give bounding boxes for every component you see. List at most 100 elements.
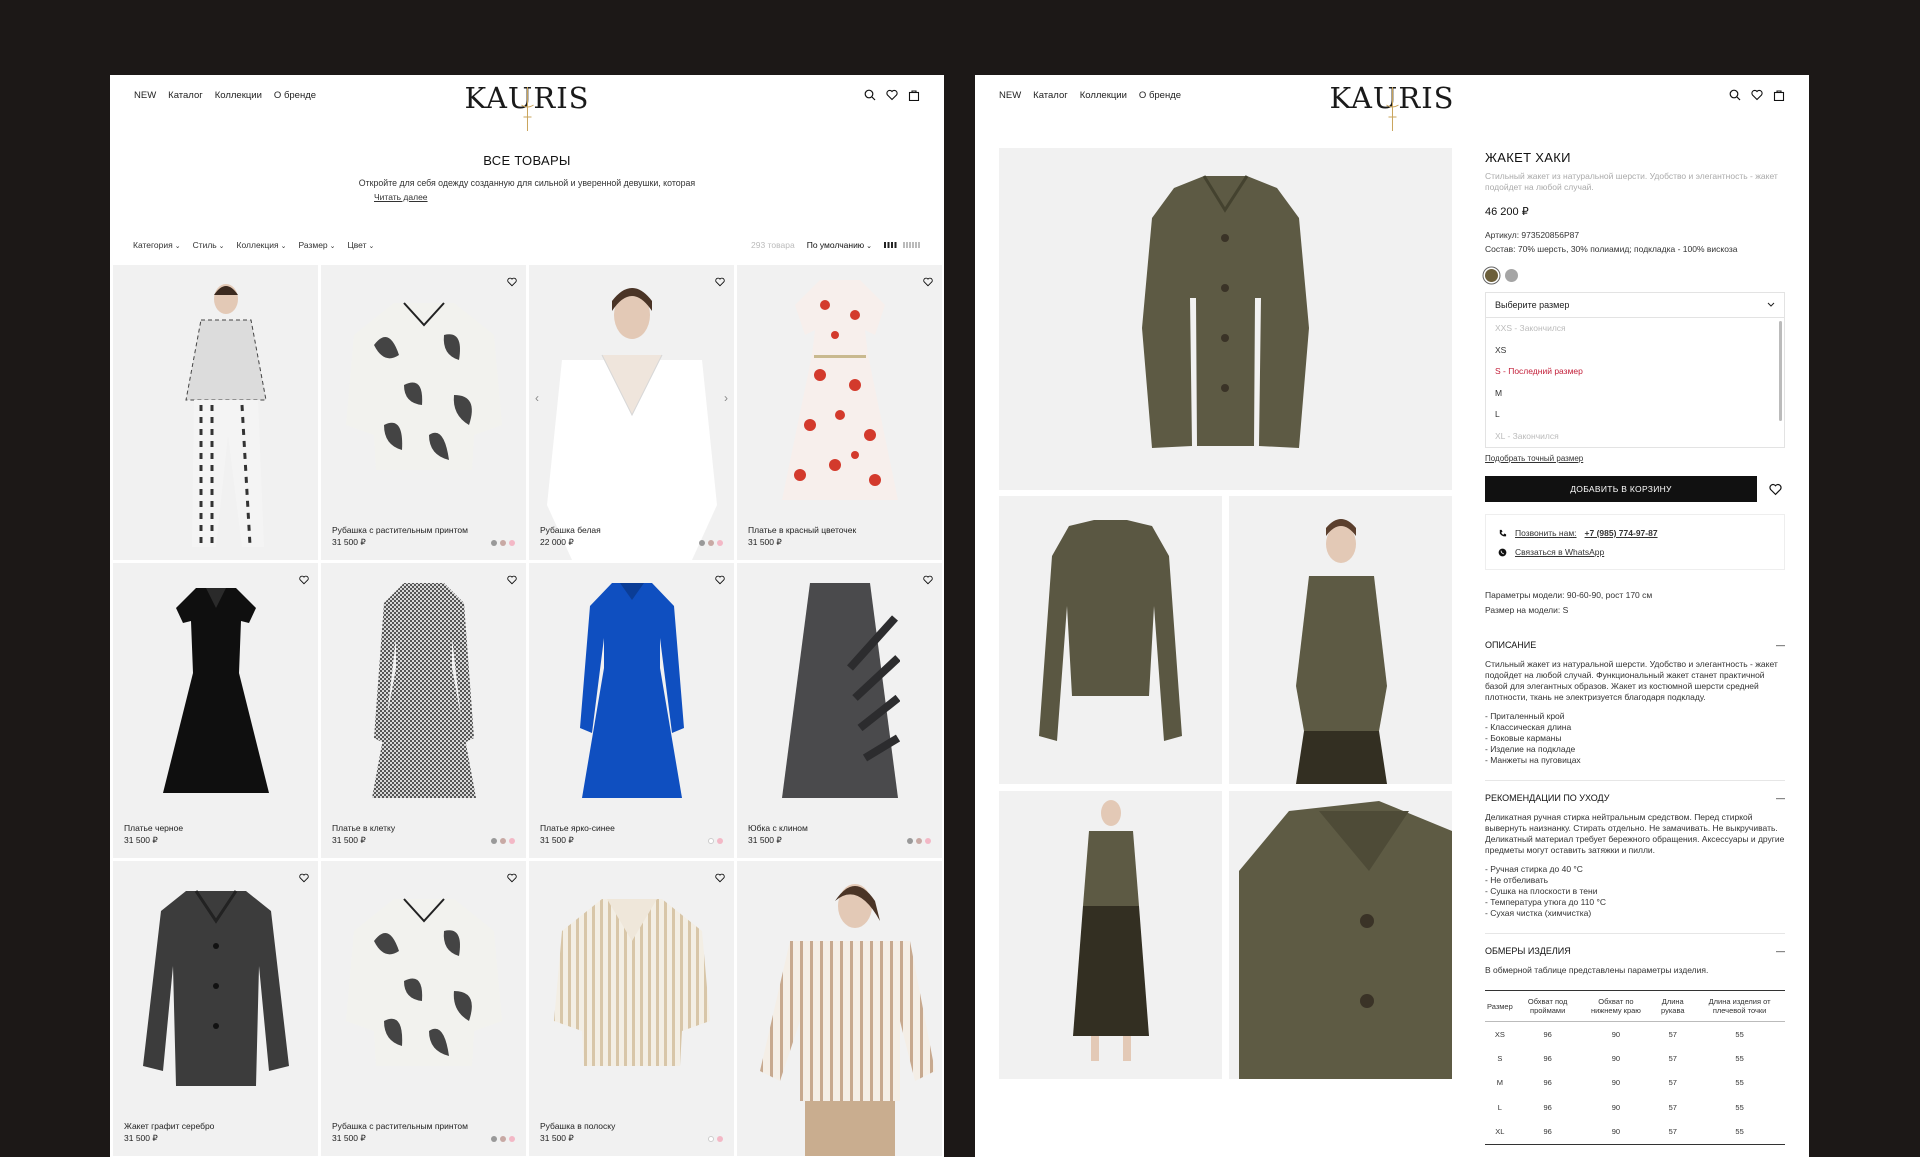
product-name[interactable]: Платье черное — [124, 823, 183, 833]
search-icon[interactable] — [1729, 89, 1741, 101]
wishlist-heart-icon[interactable] — [923, 274, 933, 287]
product-image[interactable] — [113, 265, 318, 560]
sort-dropdown[interactable]: По умолчанию — [807, 240, 872, 250]
product-image[interactable] — [321, 265, 526, 560]
color-swatch[interactable] — [509, 838, 515, 844]
color-swatch[interactable] — [717, 540, 723, 546]
product-image[interactable] — [529, 265, 734, 560]
product-card[interactable] — [113, 265, 318, 560]
heart-icon[interactable] — [1769, 483, 1782, 496]
size-option[interactable]: XXS - Закончился — [1486, 318, 1784, 340]
product-name[interactable]: Рубашка с растительным принтом — [332, 1121, 468, 1131]
color-swatch[interactable] — [491, 540, 497, 546]
color-swatch[interactable] — [500, 838, 506, 844]
nav-collections[interactable]: Коллекции — [1080, 90, 1127, 101]
color-swatch[interactable] — [708, 540, 714, 546]
product-image[interactable] — [113, 563, 318, 858]
product-name[interactable]: Рубашка с растительным принтом — [332, 525, 468, 535]
size-option[interactable]: L — [1486, 404, 1784, 426]
wishlist-heart-icon[interactable] — [507, 274, 517, 287]
read-more-link[interactable]: Читать далее — [374, 192, 428, 202]
product-photo-full[interactable] — [999, 791, 1222, 1079]
bag-icon[interactable] — [1773, 89, 1785, 101]
grid-6-icon[interactable] — [903, 242, 921, 248]
size-guide-link[interactable]: Подобрать точный размер — [1485, 454, 1785, 463]
product-card[interactable] — [737, 861, 942, 1156]
nav-about[interactable]: О бренде — [1139, 90, 1181, 101]
product-card[interactable]: Рубашка с растительным принтом 31 500 ₽ — [321, 265, 526, 560]
product-card[interactable]: Юбка с клином 31 500 ₽ — [737, 563, 942, 858]
wishlist-heart-icon[interactable] — [299, 572, 309, 585]
product-image[interactable] — [113, 861, 318, 1156]
product-name[interactable]: Платье ярко-синее — [540, 823, 615, 833]
filter-category[interactable]: Категория — [133, 240, 181, 250]
product-photo-detail[interactable] — [1229, 791, 1452, 1079]
nav-catalog[interactable]: Каталог — [1033, 90, 1068, 101]
product-image[interactable] — [737, 861, 942, 1156]
product-photo-model[interactable] — [1229, 496, 1452, 784]
size-option[interactable]: XL - Закончился — [1486, 426, 1784, 448]
color-swatch[interactable] — [509, 1136, 515, 1142]
search-icon[interactable] — [864, 89, 876, 101]
filter-style[interactable]: Стиль — [193, 240, 225, 250]
nav-collections[interactable]: Коллекции — [215, 90, 262, 101]
product-name[interactable]: Платье в клетку — [332, 823, 395, 833]
product-image[interactable] — [529, 563, 734, 858]
heart-icon[interactable] — [1751, 89, 1763, 101]
product-image[interactable] — [737, 265, 942, 560]
nav-catalog[interactable]: Каталог — [168, 90, 203, 101]
color-swatch[interactable] — [500, 540, 506, 546]
color-swatch[interactable] — [491, 838, 497, 844]
color-swatch[interactable] — [491, 1136, 497, 1142]
product-card[interactable]: Жакет графит серебро 31 500 ₽ — [113, 861, 318, 1156]
color-swatch[interactable] — [708, 838, 714, 844]
product-name[interactable]: Платье в красный цветочек — [748, 525, 856, 535]
heart-icon[interactable] — [886, 89, 898, 101]
filter-size[interactable]: Размер — [298, 240, 335, 250]
color-swatch[interactable] — [717, 1136, 723, 1142]
product-card[interactable]: Рубашка белая 22 000 ₽ ‹ › — [529, 265, 734, 560]
color-swatch[interactable] — [717, 838, 723, 844]
wishlist-heart-icon[interactable] — [715, 572, 725, 585]
color-swatch[interactable] — [925, 838, 931, 844]
call-link[interactable]: Позвонить нам: +7 (985) 774-97-87 — [1498, 528, 1772, 538]
size-option[interactable]: S - Последний размер — [1486, 361, 1784, 383]
product-photo-main[interactable] — [999, 148, 1452, 490]
product-image[interactable] — [737, 563, 942, 858]
brand-logo[interactable]: KAURIS — [464, 81, 589, 131]
product-name[interactable]: Рубашка в полоску — [540, 1121, 615, 1131]
color-swatch[interactable] — [699, 540, 705, 546]
color-swatch[interactable] — [916, 838, 922, 844]
product-card[interactable]: Платье ярко-синее 31 500 ₽ — [529, 563, 734, 858]
product-name[interactable]: Юбка с клином — [748, 823, 808, 833]
nav-about[interactable]: О бренде — [274, 90, 316, 101]
care-header[interactable]: РЕКОМЕНДАЦИИ ПО УХОДУ — — [1485, 793, 1785, 803]
product-image[interactable] — [529, 861, 734, 1156]
scrollbar[interactable] — [1779, 321, 1782, 421]
product-card[interactable]: Рубашка с растительным принтом 31 500 ₽ — [321, 861, 526, 1156]
wishlist-heart-icon[interactable] — [715, 870, 725, 883]
color-swatch-grey[interactable] — [1505, 269, 1518, 282]
prev-arrow-icon[interactable]: ‹ — [535, 391, 539, 405]
wishlist-heart-icon[interactable] — [923, 572, 933, 585]
nav-new[interactable]: NEW — [999, 90, 1021, 101]
bag-icon[interactable] — [908, 89, 920, 101]
size-option[interactable]: XS — [1486, 340, 1784, 362]
color-swatch[interactable] — [907, 838, 913, 844]
measurements-header[interactable]: ОБМЕРЫ ИЗДЕЛИЯ — — [1485, 946, 1785, 956]
brand-logo[interactable]: KAURIS — [1329, 81, 1454, 131]
product-card[interactable]: Платье в красный цветочек 31 500 ₽ — [737, 265, 942, 560]
filter-collection[interactable]: Коллекция — [237, 240, 287, 250]
grid-4-icon[interactable] — [884, 242, 898, 248]
whatsapp-link[interactable]: Связаться в WhatsApp — [1498, 547, 1772, 557]
product-image[interactable] — [321, 861, 526, 1156]
wishlist-heart-icon[interactable] — [299, 870, 309, 883]
nav-new[interactable]: NEW — [134, 90, 156, 101]
color-swatch[interactable] — [509, 540, 515, 546]
wishlist-heart-icon[interactable] — [715, 274, 725, 287]
filter-color[interactable]: Цвет — [347, 240, 374, 250]
product-name[interactable]: Рубашка белая — [540, 525, 601, 535]
size-select[interactable]: Выберите размер — [1485, 292, 1785, 318]
wishlist-heart-icon[interactable] — [507, 572, 517, 585]
product-photo-back[interactable] — [999, 496, 1222, 784]
